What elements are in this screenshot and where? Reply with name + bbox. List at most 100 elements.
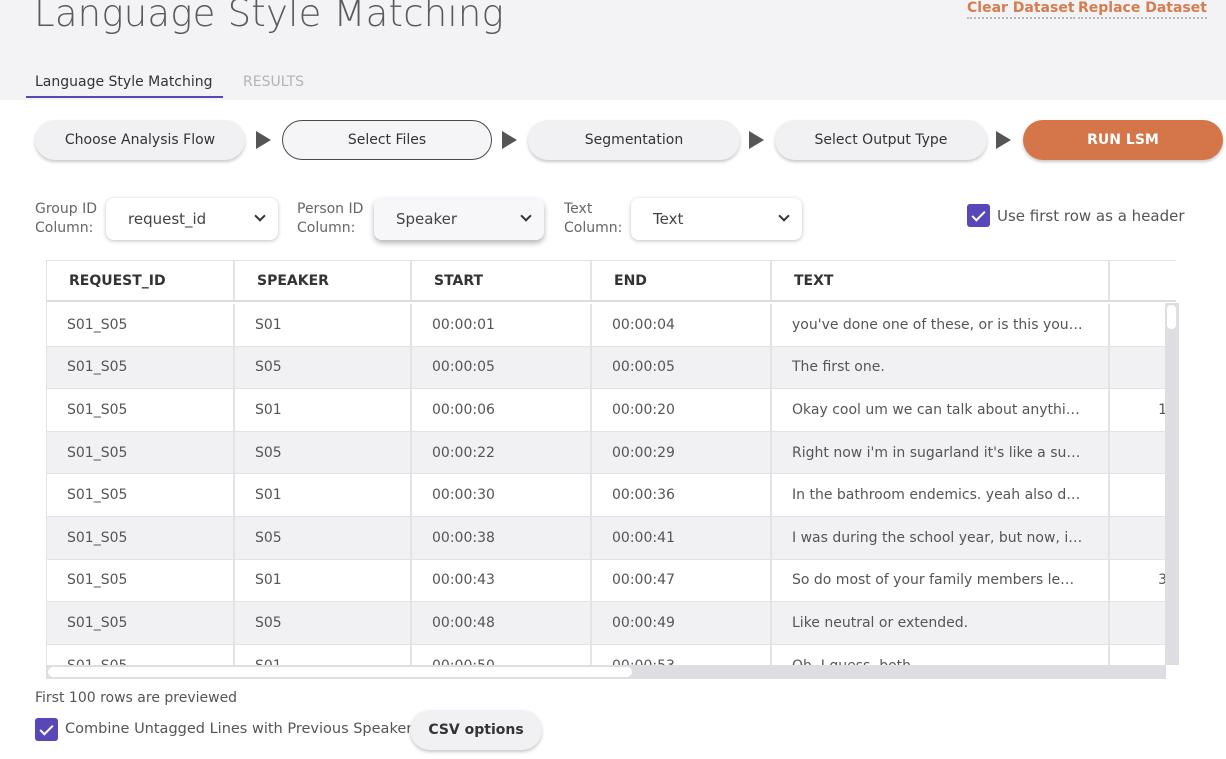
column-header-end[interactable]: END	[592, 261, 772, 300]
table-cell: The first one.	[772, 346, 1110, 390]
column-header-text[interactable]: TEXT	[772, 261, 1110, 300]
table-cell: 00:00:36	[592, 474, 772, 517]
table-cell: S05	[235, 517, 412, 560]
csv-options-button[interactable]: CSV options	[410, 710, 542, 750]
person-id-label-line2: Column:	[297, 220, 356, 236]
table-cell: S01_S05	[47, 474, 235, 517]
table-cell-text: S05	[255, 529, 282, 546]
vertical-scrollbar-thumb[interactable]	[1167, 305, 1176, 329]
chevron-down-icon	[254, 210, 266, 222]
replace-dataset-link[interactable]: Replace Dataset	[1078, 0, 1207, 19]
table-cell-text: S01	[255, 316, 282, 333]
table-row[interactable]: S01_S05 S05 00:00:48 00:00:49 Like neutral o…	[47, 602, 1176, 645]
horizontal-scrollbar[interactable]	[46, 665, 1166, 679]
table-cell-text: S05	[255, 444, 282, 461]
tab-results[interactable]: RESULTS	[243, 74, 304, 90]
table-cell: 00:00:38	[412, 517, 592, 560]
arrow-right-icon	[996, 131, 1011, 149]
combine-untagged-checkbox[interactable]	[35, 718, 58, 741]
combine-untagged-label: Combine Untagged Lines with Previous Spe…	[65, 721, 413, 737]
table-cell: 00:00:30	[412, 474, 592, 517]
table-row[interactable]: S01_S05 S05 00:00:38 00:00:41 I was during t…	[47, 517, 1176, 560]
table-cell-text: S01_S05	[67, 444, 128, 461]
horizontal-scrollbar-thumb[interactable]	[48, 667, 632, 677]
person-id-select[interactable]: Speaker	[374, 198, 544, 240]
step-select-output-type[interactable]: Select Output Type	[775, 120, 987, 160]
table-cell-text: 00:00:22	[432, 444, 495, 461]
column-header-extra[interactable]	[1110, 261, 1176, 300]
table-row[interactable]: S01_S05 S01 00:00:43 00:00:47 So do most of …	[47, 559, 1176, 603]
table-cell-text: 00:00:20	[612, 401, 675, 418]
table-cell-text: 00:00:50	[432, 658, 495, 665]
table-row[interactable]: S01_S05 S01 00:00:50 00:00:53 Oh, I guess, b…	[47, 644, 1176, 665]
table-cell: 00:00:22	[412, 431, 592, 475]
table-row[interactable]: S01_S05 S01 00:00:01 00:00:04 you've done on…	[47, 304, 1176, 347]
column-header-request-id[interactable]: REQUEST_ID	[47, 261, 235, 300]
table-cell-text: The first one.	[792, 359, 885, 376]
table-cell-text: Oh, I guess, both.	[792, 658, 916, 665]
column-header-start[interactable]: START	[412, 261, 592, 300]
table-cell-text: you've done one of these, or is this you…	[792, 316, 1086, 333]
table-cell-text: S01_S05	[67, 614, 128, 631]
table-cell-text: S01_S05	[67, 658, 127, 665]
table-cell-text: 00:00:06	[432, 401, 495, 418]
table-cell-text: S05	[255, 359, 282, 376]
table-row[interactable]: S01_S05 S05 00:00:22 00:00:29 Right now i'm …	[47, 431, 1176, 475]
vertical-scrollbar[interactable]	[1165, 303, 1179, 665]
table-cell-text: S01	[255, 401, 282, 418]
arrow-right-icon	[502, 131, 517, 149]
table-row[interactable]: S01_S05 S01 00:00:30 00:00:36 In the bathroo…	[47, 474, 1176, 517]
table-cell: S01	[235, 304, 412, 347]
table-cell-text: Right now i'm in sugarland it's like a s…	[792, 444, 1086, 461]
table-cell-text: Like neutral or extended.	[792, 614, 969, 631]
table-cell: S01	[235, 474, 412, 517]
column-header-speaker[interactable]: SPEAKER	[235, 261, 412, 300]
run-lsm-button[interactable]: RUN LSM	[1023, 120, 1223, 160]
preview-note: First 100 rows are previewed	[35, 690, 238, 706]
table-cell: you've done one of these, or is this you…	[772, 304, 1110, 347]
table-cell: 00:00:50	[412, 644, 592, 665]
table-cell-text: S01_S05	[67, 316, 128, 333]
table-row[interactable]: S01_S05 S01 00:00:06 00:00:20 Okay cool um w…	[47, 389, 1176, 432]
group-id-select[interactable]: request_id	[106, 198, 278, 240]
text-column-select[interactable]: Text	[631, 198, 802, 240]
table-cell-text: 00:00:01	[432, 316, 495, 333]
text-column-label-line2: Column:	[564, 220, 623, 236]
table-cell: So do most of your family members lemme …	[772, 559, 1110, 603]
table-cell: S01_S05	[47, 389, 235, 432]
table-cell-text: 00:00:41	[612, 529, 675, 546]
group-id-select-value: request_id	[128, 210, 207, 228]
table-cell: 00:00:48	[412, 602, 592, 645]
table-cell: Oh, I guess, both.	[772, 644, 1110, 665]
table-cell: Like neutral or extended.	[772, 602, 1110, 645]
table-cell: S01_S05	[47, 517, 235, 560]
use-header-checkbox[interactable]	[967, 204, 990, 227]
clear-dataset-link[interactable]: Clear Dataset	[967, 0, 1075, 19]
table-cell: 00:00:43	[412, 559, 592, 603]
table-row[interactable]: S01_S05 S05 00:00:05 00:00:05 The first one.	[47, 346, 1176, 390]
use-header-label: Use first row as a header	[997, 207, 1185, 225]
table-cell: 00:00:05	[592, 346, 772, 390]
table-cell: 00:00:49	[592, 602, 772, 645]
table-cell-text: 00:00:36	[612, 487, 675, 504]
table-cell: 00:00:04	[592, 304, 772, 347]
table-cell-text: S01	[255, 487, 282, 504]
table-cell-text: 00:00:30	[432, 487, 495, 504]
table-cell: S01_S05	[47, 346, 235, 390]
arrow-right-icon	[749, 131, 764, 149]
app-header: Language Style Matching Clear Dataset Re…	[0, 0, 1226, 100]
table-cell: I was during the school year, but now, i…	[772, 517, 1110, 560]
arrow-right-icon	[256, 131, 271, 149]
check-icon	[971, 206, 986, 222]
step-segmentation[interactable]: Segmentation	[528, 120, 740, 160]
tab-language-style-matching[interactable]: Language Style Matching	[35, 74, 213, 90]
table-cell-text: 00:00:05	[432, 359, 495, 376]
table-cell: Okay cool um we can talk about anything …	[772, 389, 1110, 432]
table-cell-text: 00:00:47	[612, 572, 675, 589]
step-choose-analysis-flow[interactable]: Choose Analysis Flow	[35, 120, 245, 160]
text-column-select-value: Text	[653, 210, 684, 228]
step-select-files[interactable]: Select Files	[282, 120, 492, 160]
table-cell: 00:00:01	[412, 304, 592, 347]
table-cell: 00:00:05	[412, 346, 592, 390]
chevron-down-icon	[520, 210, 532, 222]
